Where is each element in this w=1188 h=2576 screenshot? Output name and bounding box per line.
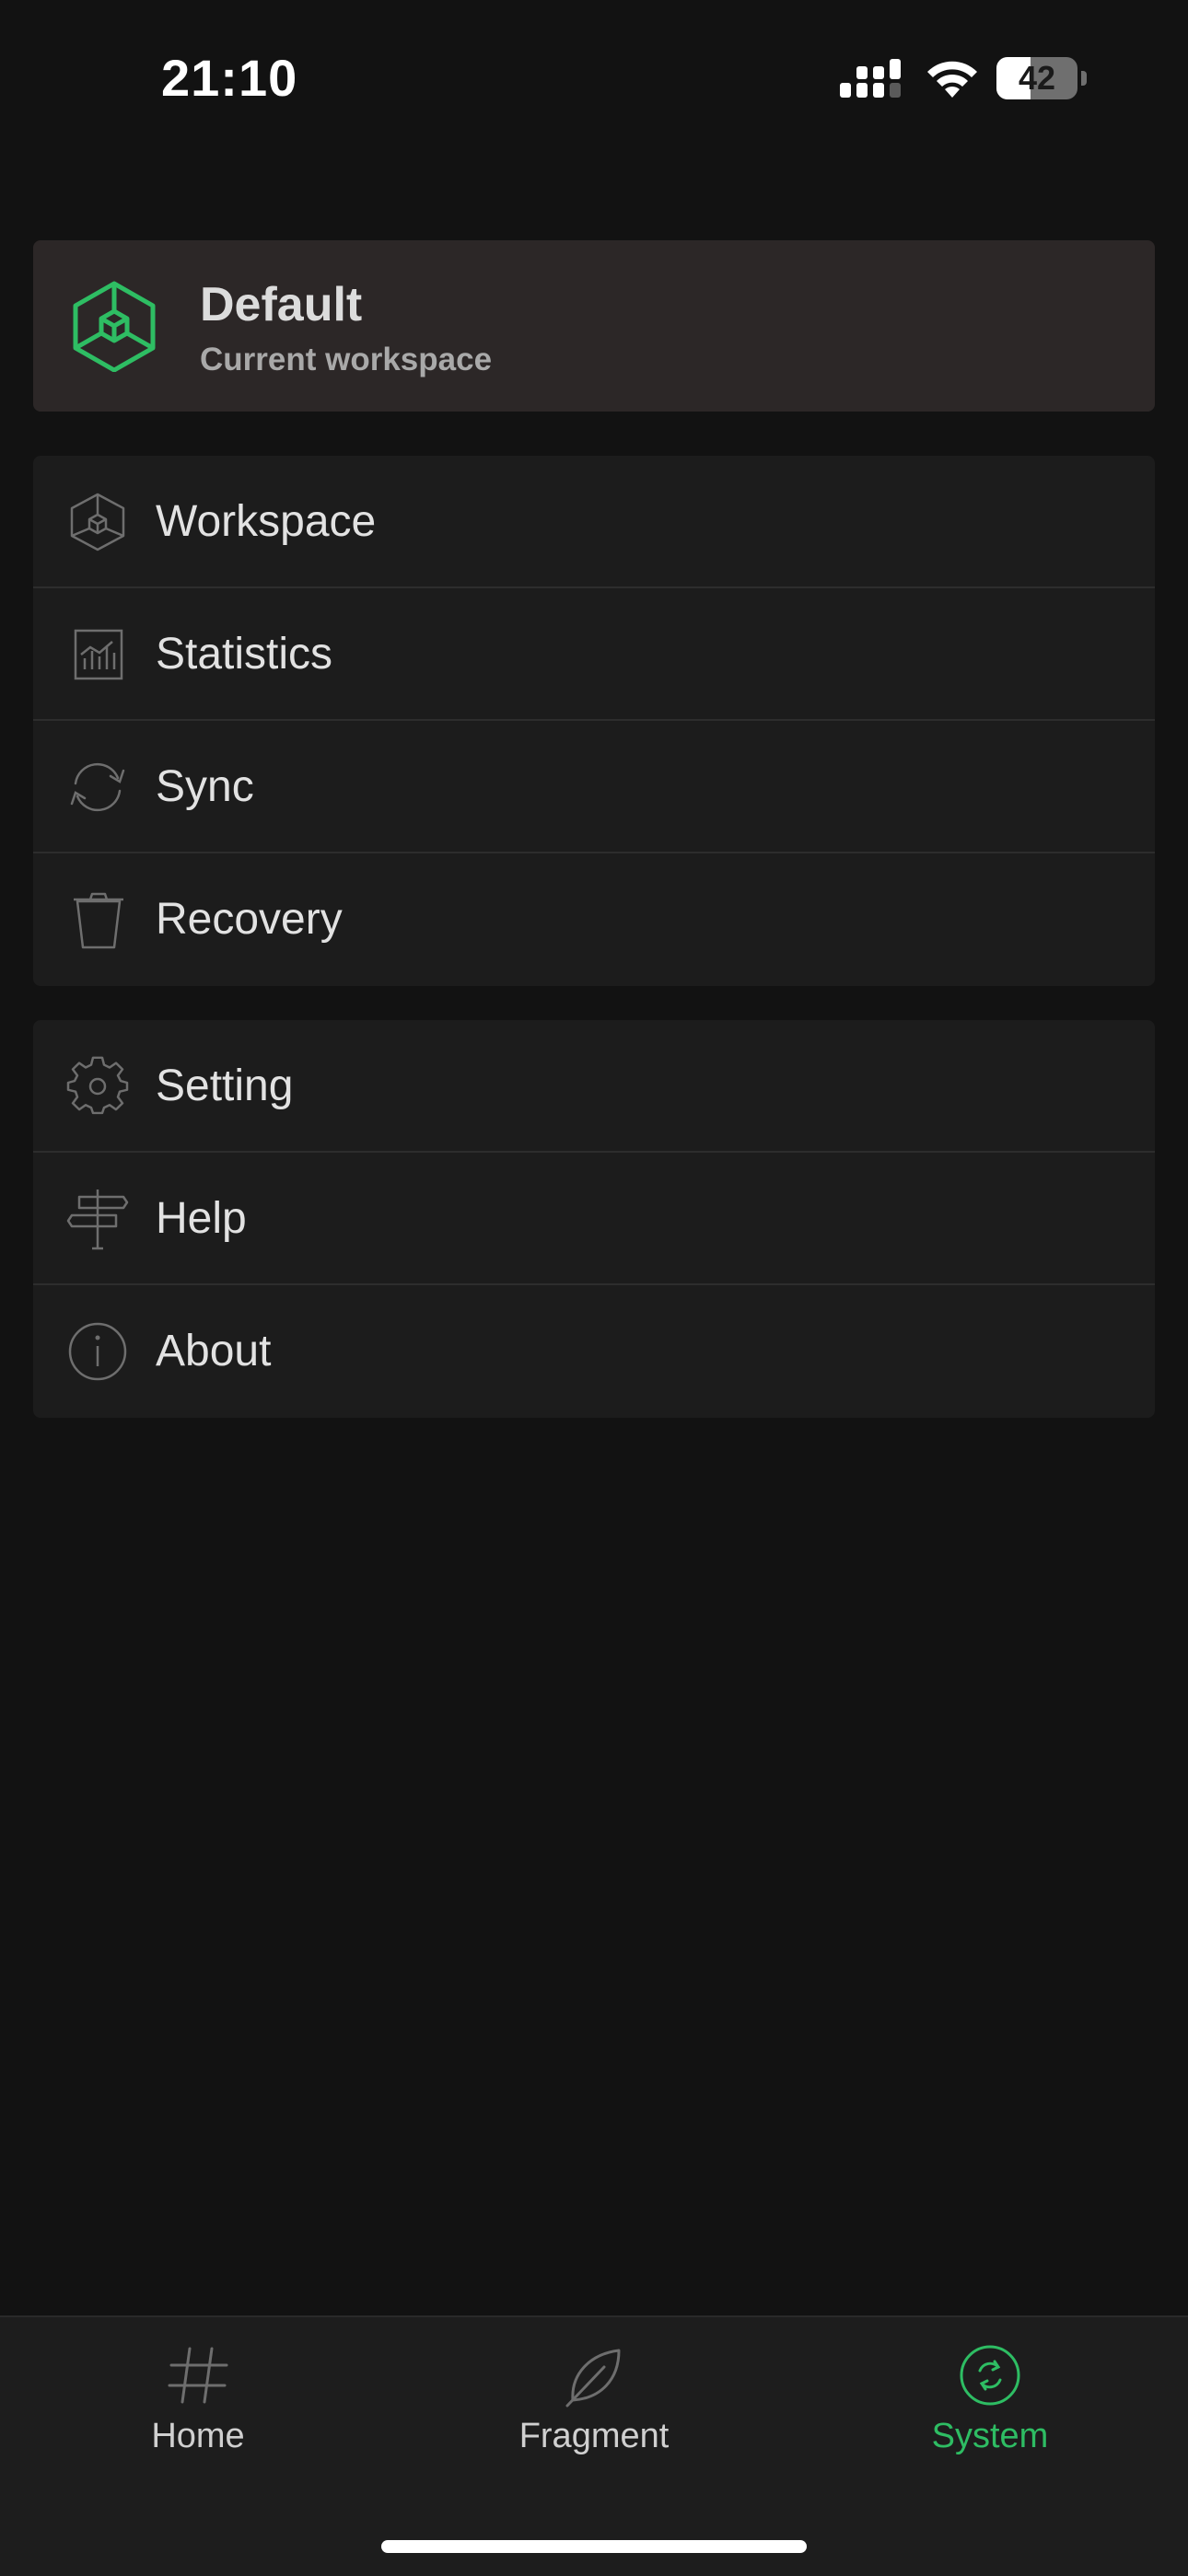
tab-bar: Home Fragment System <box>0 2315 1188 2576</box>
menu-item-help[interactable]: Help <box>33 1153 1155 1285</box>
signal-icon <box>840 59 901 98</box>
gear-icon <box>66 1056 129 1115</box>
menu-label-sync: Sync <box>156 762 254 811</box>
status-bar: 21:10 42 <box>0 0 1188 157</box>
workspace-cube-icon <box>73 281 156 372</box>
menu-label-workspace: Workspace <box>156 497 377 546</box>
cube-icon <box>70 493 125 551</box>
leaf-icon <box>565 2349 621 2408</box>
tab-fragment[interactable]: Fragment <box>396 2317 792 2501</box>
menu-label-help: Help <box>156 1194 247 1243</box>
menu-item-statistics[interactable]: Statistics <box>33 588 1155 721</box>
menu-item-recovery[interactable]: Recovery <box>33 853 1155 986</box>
trash-icon <box>74 892 123 949</box>
menu-label-statistics: Statistics <box>156 630 333 679</box>
wifi-icon <box>927 61 977 98</box>
workspace-subtitle: Current workspace <box>200 342 493 377</box>
signpost-icon <box>66 1189 129 1250</box>
tab-system[interactable]: System <box>792 2317 1188 2501</box>
menu-item-setting[interactable]: Setting <box>33 1020 1155 1153</box>
menu-item-workspace[interactable]: Workspace <box>33 456 1155 588</box>
chart-icon <box>74 629 123 680</box>
menu-label-recovery: Recovery <box>156 895 343 944</box>
current-workspace-card[interactable]: Default Current workspace <box>33 240 1155 412</box>
status-time: 21:10 <box>161 49 298 107</box>
tab-label-home: Home <box>151 2417 245 2455</box>
menu-label-setting: Setting <box>156 1062 294 1110</box>
home-indicator[interactable] <box>381 2540 807 2553</box>
info-icon <box>68 1322 127 1381</box>
tab-label-system: System <box>931 2417 1049 2455</box>
tab-label-fragment: Fragment <box>518 2417 670 2455</box>
menu-label-about: About <box>156 1327 272 1375</box>
menu-group-workspace: Workspace Statistics Sync Recovery <box>33 456 1155 986</box>
sync-icon <box>70 762 125 812</box>
menu-item-about[interactable]: About <box>33 1285 1155 1418</box>
battery-text: 42 <box>1018 59 1056 97</box>
workspace-name: Default <box>200 278 363 331</box>
hash-icon <box>168 2347 228 2404</box>
menu-group-system: Setting Help About <box>33 1020 1155 1418</box>
tab-home[interactable]: Home <box>0 2317 396 2501</box>
system-circle-icon <box>960 2345 1020 2406</box>
battery-icon: 42 <box>996 57 1089 99</box>
menu-item-sync[interactable]: Sync <box>33 721 1155 853</box>
